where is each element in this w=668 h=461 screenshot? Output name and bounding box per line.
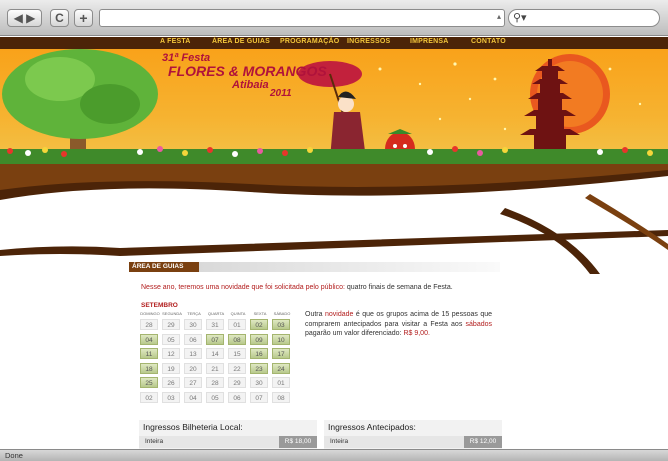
- status-bar: Done: [0, 449, 668, 461]
- site-nav: A FESTA ÁREA DE GUIAS PROGRAMAÇÃO INGRES…: [0, 37, 668, 49]
- ticket-price: R$ 12,00: [464, 436, 502, 448]
- calendar-day: 29: [162, 319, 180, 330]
- calendar-day: 25: [140, 377, 158, 388]
- calendar-day: 04: [140, 333, 158, 345]
- calendar-day: 26: [162, 377, 180, 388]
- browser-toolbar: ◀ ▶ C + ▴ ⚲▾: [0, 0, 668, 36]
- ticket-row: Inteira R$ 12,00: [324, 436, 502, 448]
- calendar-day: 21: [206, 362, 224, 374]
- intro-highlight: Nesse ano, teremos uma novidade que foi …: [141, 284, 345, 291]
- calendar-month: SETEMBRO: [141, 302, 178, 309]
- calendar-day: 02: [250, 319, 268, 330]
- calendar-day: 07: [206, 333, 224, 345]
- calendar-day: 28: [140, 319, 158, 330]
- calendar-day: 31: [206, 319, 224, 330]
- nav-a-festa[interactable]: A FESTA: [160, 38, 191, 45]
- nav-area-de-guias[interactable]: ÁREA DE GUIAS: [212, 38, 270, 45]
- calendar-day: 28: [206, 377, 224, 388]
- calendar-day: 18: [140, 362, 158, 374]
- nav-contato[interactable]: CONTATO: [471, 38, 506, 45]
- calendar-day: 10: [272, 333, 290, 345]
- tickets-title: Ingressos Bilheteria Local:: [143, 422, 243, 432]
- status-text: Done: [5, 451, 23, 460]
- calendar-day: 13: [184, 348, 202, 359]
- calendar-day: 06: [228, 391, 246, 403]
- calendar-day: 24: [272, 362, 290, 374]
- note-novidade: novidade: [324, 311, 354, 318]
- calendar-day: 08: [228, 333, 246, 345]
- calendar-day: 12: [162, 348, 180, 359]
- nav-imprensa[interactable]: IMPRENSA: [410, 38, 449, 45]
- nav-programacao[interactable]: PROGRAMAÇÃO: [280, 38, 339, 45]
- back-forward-buttons[interactable]: ◀ ▶: [7, 9, 42, 27]
- weekday-label: SEGUNDA: [162, 311, 182, 316]
- address-bar[interactable]: ▴: [99, 9, 505, 27]
- festival-banner: 31ª Festa FLORES & MORANGOS Atibaia 2011: [0, 49, 668, 164]
- reload-button[interactable]: C: [50, 9, 69, 27]
- group-discount-note: Outra novidade é que os grupos acima de …: [305, 310, 492, 339]
- calendar-day: 22: [228, 362, 246, 374]
- ticket-price: R$ 18,00: [279, 436, 317, 448]
- note-price: R$ 9,00.: [403, 330, 430, 337]
- weekday-label: QUARTA: [207, 311, 225, 316]
- tickets-box-local: Ingressos Bilheteria Local: Inteira R$ 1…: [139, 420, 317, 452]
- tickets-box-advance: Ingressos Antecipados: Inteira R$ 12,00: [324, 420, 502, 452]
- calendar-day: 05: [206, 391, 224, 403]
- weekday-label: DOMINGO: [140, 311, 160, 316]
- banner-illustration: [0, 49, 668, 164]
- weekday-label: TERÇA: [187, 311, 201, 316]
- add-bookmark-button[interactable]: +: [74, 9, 93, 27]
- calendar-day: 01: [228, 319, 246, 330]
- note-part-3: pagarão um valor diferenciado:: [305, 330, 404, 337]
- calendar-day: 30: [184, 319, 202, 330]
- calendar-day: 04: [184, 391, 202, 403]
- calendar-day: 03: [272, 319, 290, 330]
- note-sabados: sábados: [465, 320, 492, 328]
- calendar-day: 29: [228, 377, 246, 388]
- calendar-day: 01: [272, 377, 290, 388]
- calendar-day: 23: [250, 362, 268, 374]
- intro-rest: quatro finais de semana de Festa.: [344, 284, 453, 291]
- calendar-day: 05: [162, 333, 180, 345]
- intro-text: Nesse ano, teremos uma novidade que foi …: [141, 284, 501, 291]
- calendar-day: 27: [184, 377, 202, 388]
- calendar-day: 07: [250, 391, 268, 403]
- weekday-label: SEXTA: [253, 311, 267, 316]
- tickets-title: Ingressos Antecipados:: [328, 422, 416, 432]
- weekday-label: QUINTA: [230, 311, 246, 316]
- logo-year: 2011: [270, 88, 292, 99]
- address-dropdown-icon[interactable]: ▴: [497, 12, 501, 21]
- search-icon[interactable]: ⚲▾: [513, 11, 527, 24]
- calendar-day: 17: [272, 348, 290, 359]
- logo-title: FLORES & MORANGOS: [168, 63, 327, 79]
- calendar-day: 09: [250, 333, 268, 345]
- calendar-day: 02: [140, 391, 158, 403]
- logo-city: Atibaia: [232, 79, 269, 91]
- calendar-day: 14: [206, 348, 224, 359]
- calendar-day: 06: [184, 333, 202, 345]
- search-field[interactable]: ⚲▾: [508, 9, 660, 27]
- calendar-day: 15: [228, 348, 246, 359]
- calendar-day: 08: [272, 391, 290, 403]
- section-title: ÁREA DE GUIAS: [129, 262, 199, 272]
- ticket-row: Inteira R$ 18,00: [139, 436, 317, 448]
- calendar-day: 11: [140, 348, 158, 359]
- calendar-day: 20: [184, 362, 202, 374]
- ticket-label: Inteira: [145, 438, 164, 445]
- weekday-label: SÁBADO: [273, 311, 291, 316]
- decorative-band: [0, 164, 668, 274]
- section-divider: [199, 262, 500, 272]
- calendar-day: 03: [162, 391, 180, 403]
- calendar-day: 16: [250, 348, 268, 359]
- note-part-1: Outra: [305, 311, 325, 318]
- ticket-label: Inteira: [330, 438, 349, 445]
- nav-ingressos[interactable]: INGRESSOS: [347, 38, 390, 45]
- calendar-day: 19: [162, 362, 180, 374]
- content-area: ÁREA DE GUIAS Nesse ano, teremos uma nov…: [123, 260, 502, 452]
- calendar-day: 30: [250, 377, 268, 388]
